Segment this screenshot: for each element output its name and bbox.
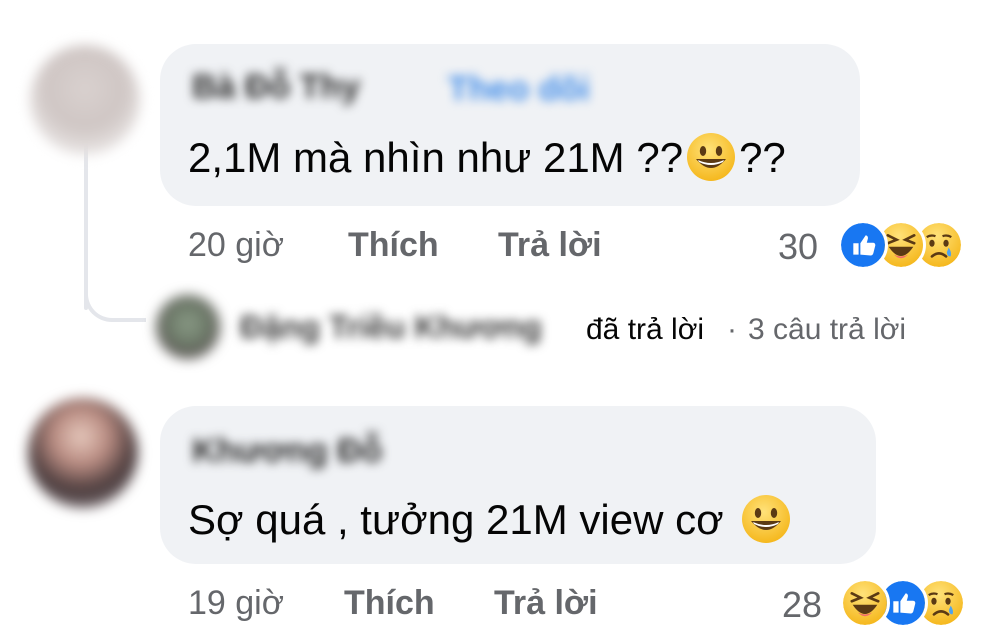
reaction-count[interactable]: 28 <box>782 584 822 626</box>
reply-button[interactable]: Trả lời <box>498 226 602 265</box>
reply-action-text[interactable]: đã trả lời <box>586 313 704 347</box>
comment-text: Sợ quá , tưởng 21M view cơ <box>188 494 792 545</box>
like-icon <box>838 220 888 270</box>
comment-author-name[interactable]: Khương Đỗ <box>192 432 382 471</box>
comment-author-name[interactable]: Bà Đỗ Thy <box>192 68 360 107</box>
comment-text-part: ?? <box>739 134 786 181</box>
reply-count-link[interactable]: 3 câu trả lời <box>748 313 906 347</box>
avatar[interactable] <box>30 45 140 155</box>
replier-name[interactable]: Đặng Triều Khương <box>240 309 542 346</box>
reaction-icons[interactable] <box>840 578 980 630</box>
replier-avatar[interactable] <box>156 295 220 359</box>
haha-icon <box>840 578 890 628</box>
reaction-count[interactable]: 30 <box>778 226 818 268</box>
like-button[interactable]: Thích <box>348 226 439 265</box>
reply-button[interactable]: Trả lời <box>494 584 598 623</box>
grinning-emoji-icon <box>741 494 790 543</box>
reply-separator: · <box>727 313 737 346</box>
grinning-emoji-icon <box>687 132 736 181</box>
follow-link[interactable]: Theo dõi <box>448 70 590 109</box>
like-button[interactable]: Thích <box>344 584 435 623</box>
avatar[interactable] <box>28 398 138 508</box>
comment-text-part: 2,1M mà nhìn như 21M ?? <box>188 134 684 181</box>
comment-time[interactable]: 19 giờ <box>188 584 284 623</box>
reaction-icons[interactable] <box>838 220 978 272</box>
comment-text: 2,1M mà nhìn như 21M ?? ?? <box>188 132 786 183</box>
comment-text-part: Sợ quá , tưởng 21M view cơ <box>188 496 724 543</box>
thread-connector-curve <box>84 270 146 322</box>
comment-time[interactable]: 20 giờ <box>188 226 284 265</box>
